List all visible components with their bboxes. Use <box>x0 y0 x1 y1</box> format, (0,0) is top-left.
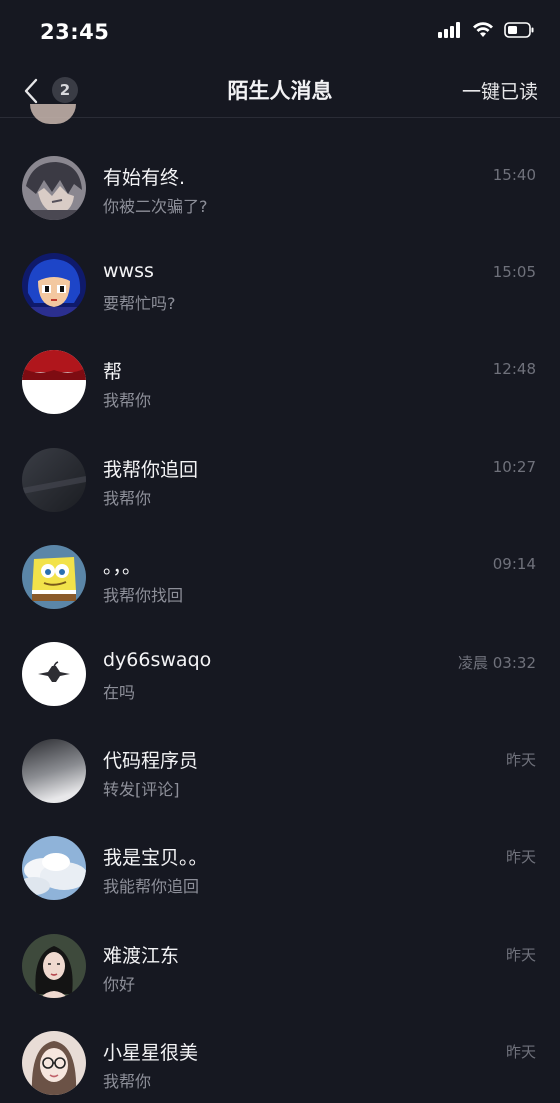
conversation-preview: 你好 <box>103 974 136 994</box>
conversation-time: 09:14 <box>492 554 536 573</box>
conversation-row[interactable]: 我帮你追回 我帮你 10:27 <box>0 411 560 512</box>
pixel-girl-avatar[interactable] <box>22 253 86 318</box>
conversation-row[interactable]: 有始有终. 你被二次骗了? 15:40 <box>0 119 560 220</box>
conversation-name: 代码程序员 <box>103 750 199 773</box>
conversation-preview: 转发[评论] <box>103 780 180 800</box>
conversation-row[interactable]: 小星星很美 我帮你 昨天 <box>0 994 560 1095</box>
conversation-time: 昨天 <box>505 848 536 867</box>
conversation-name: 有始有终. <box>103 167 186 189</box>
conversation-row[interactable]: 难渡江东 你好 昨天 <box>0 897 560 998</box>
conversation-time: 昨天 <box>505 945 536 964</box>
conversation-preview: 在吗 <box>103 682 136 702</box>
conversation-time: 12:48 <box>492 360 536 379</box>
mark-all-read-button[interactable]: 一键已读 <box>462 77 538 104</box>
glasses-girl-avatar[interactable] <box>22 1030 86 1095</box>
dark-gradient-avatar[interactable] <box>22 447 86 512</box>
cloud-sky-avatar[interactable] <box>22 836 86 901</box>
conversation-name: wwss <box>103 260 154 283</box>
status-icons <box>438 22 534 38</box>
conversation-preview: 你被二次骗了? <box>103 197 208 216</box>
conversation-time: 15:40 <box>492 166 536 184</box>
spongebob-avatar[interactable] <box>22 544 86 609</box>
conversation-preview: 我能帮你追回 <box>103 877 200 897</box>
conversation-name: 小星星很美 <box>103 1041 199 1064</box>
status-bar: 23:45 <box>0 0 560 66</box>
conversation-time: 15:05 <box>492 263 536 282</box>
conversation-name: 我是宝贝。。 <box>103 847 208 870</box>
conversation-name: 帮 <box>103 361 123 384</box>
cellular-signal-icon <box>438 22 460 38</box>
conversation-preview: 我帮你 <box>103 488 152 508</box>
status-time: 23:45 <box>40 20 110 44</box>
conversation-row[interactable]: wwss 要帮忙吗? 15:05 <box>0 216 560 318</box>
conversation-row[interactable]: 帮 我帮你 12:48 <box>0 313 560 415</box>
conversation-row[interactable]: dy66swaqo 在吗 凌晨 03:32 <box>0 605 560 706</box>
conversation-time: 昨天 <box>505 1042 536 1061</box>
red-white-avatar[interactable] <box>22 350 86 415</box>
conversation-name: 。，。 <box>103 555 142 578</box>
wifi-icon <box>473 22 493 37</box>
battery-icon <box>504 22 534 38</box>
anime-boy-avatar[interactable] <box>22 156 86 220</box>
conversation-row[interactable]: 。，。 我帮你找回 09:14 <box>0 508 560 609</box>
conversation-row[interactable]: 我是宝贝。。 我能帮你追回 昨天 <box>0 799 560 901</box>
conversation-list: 有始有终. 你被二次骗了? 15:40 wwss 要帮忙吗? 15:05 帮 我… <box>0 119 560 1095</box>
conversation-preview: 我帮你 <box>103 1071 152 1091</box>
conversation-name: dy66swaqo <box>103 648 212 671</box>
conversation-time: 10:27 <box>492 457 536 476</box>
conversation-preview: 我帮你 <box>103 391 152 411</box>
conversation-row[interactable]: 代码程序员 转发[评论] 昨天 <box>0 702 560 804</box>
conversation-time: 凌晨 03:32 <box>458 653 536 672</box>
conversation-time: 昨天 <box>505 751 536 770</box>
conversation-preview: 要帮忙吗? <box>103 294 176 314</box>
girl-portrait-avatar[interactable] <box>22 933 86 998</box>
conversation-name: 难渡江东 <box>103 944 180 967</box>
conversation-preview: 我帮你找回 <box>103 585 184 605</box>
apple-logo-avatar[interactable] <box>22 641 86 706</box>
nav-bar: 2 陌生人消息 一键已读 <box>0 66 560 118</box>
gray-gradient-avatar[interactable] <box>22 739 86 804</box>
conversation-name: 我帮你追回 <box>103 458 199 481</box>
